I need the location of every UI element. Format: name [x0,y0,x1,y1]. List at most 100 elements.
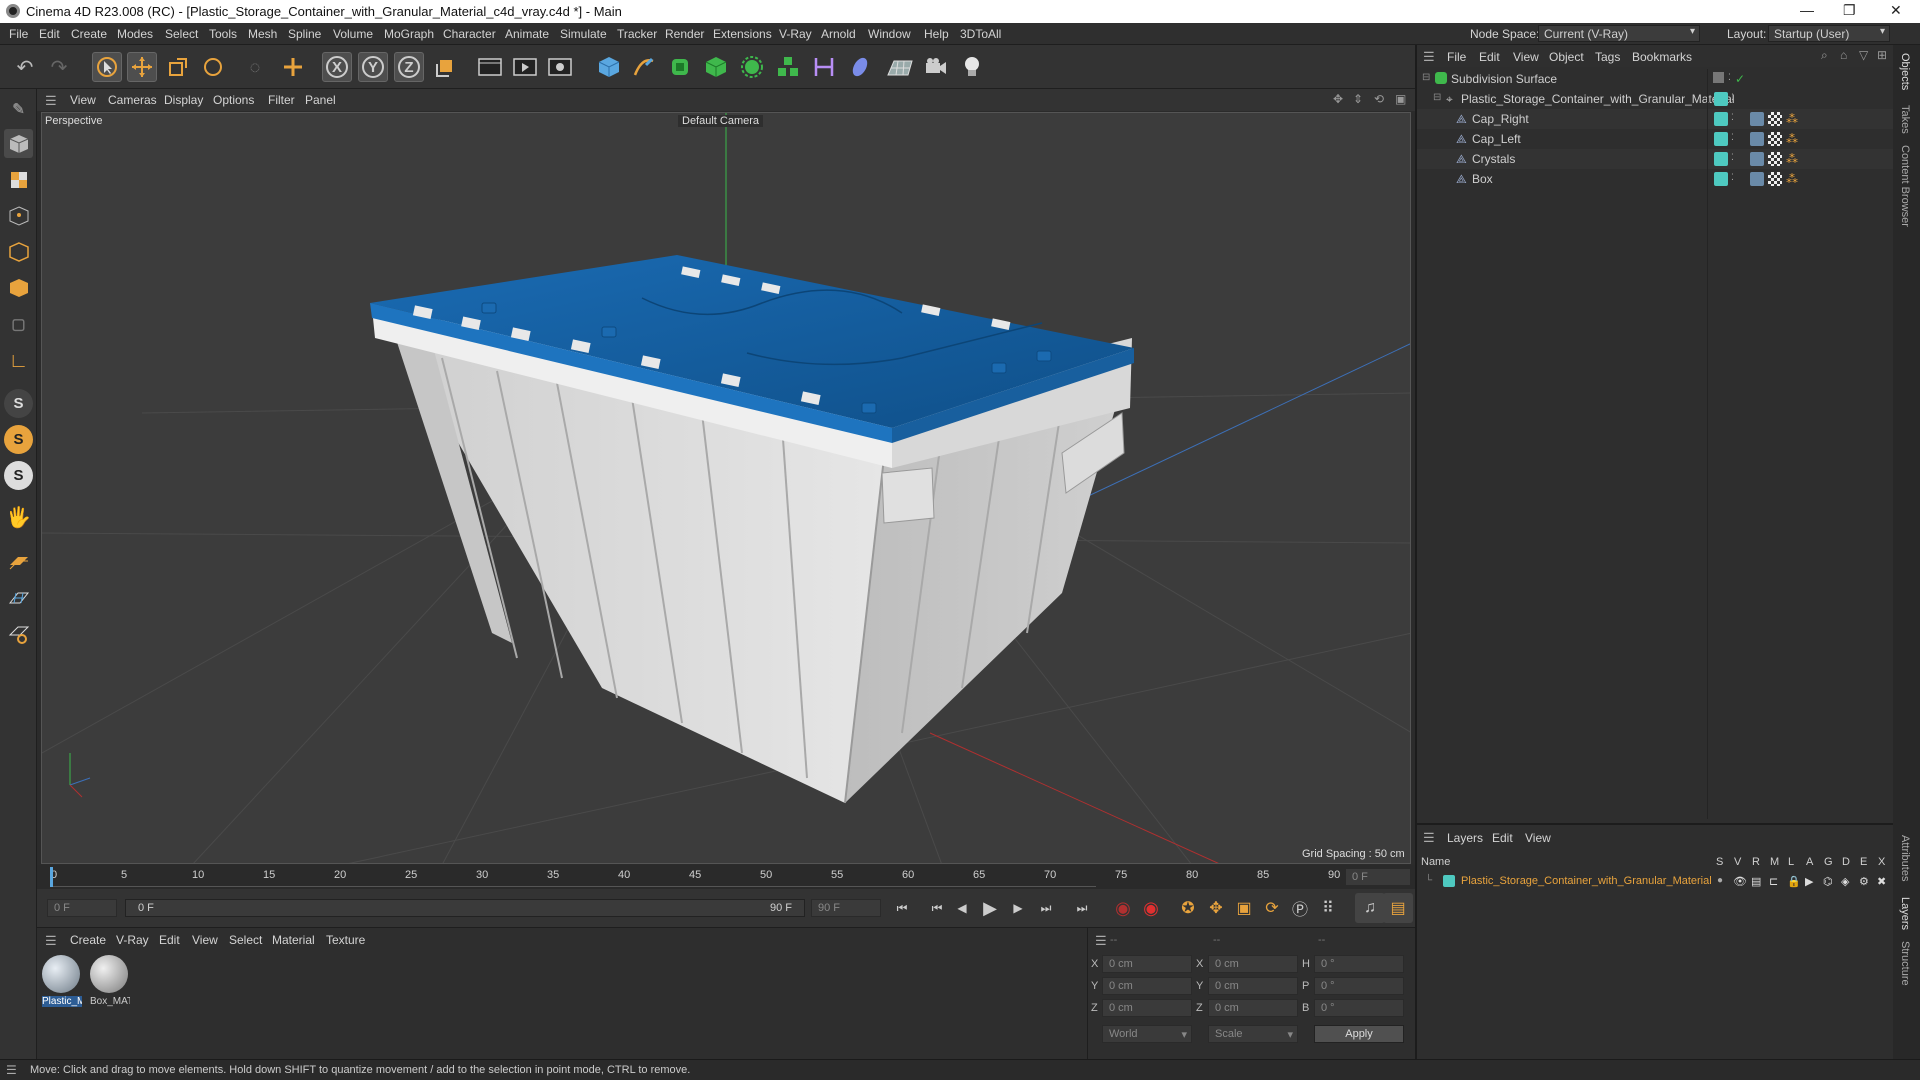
position-y-field[interactable]: 0 cm [1102,977,1192,995]
hamburger-icon[interactable]: ☰ [45,933,57,949]
layer-name[interactable]: Plastic_Storage_Container_with_Granular_… [1461,875,1712,887]
material-menu-texture[interactable]: Texture [326,933,365,947]
hamburger-icon[interactable]: ☰ [1423,49,1435,65]
position-x-field[interactable]: 0 cm [1102,955,1192,973]
object-name[interactable]: Plastic_Storage_Container_with_Granular_… [1461,92,1734,106]
close-icon[interactable]: ✕ [1890,2,1902,19]
object-name[interactable]: Box [1472,172,1493,186]
coordinate-system-icon[interactable] [430,52,460,82]
lock-icon[interactable]: 🔒 [1787,875,1801,888]
texture-tag-icon[interactable] [1768,152,1782,166]
visibility-dots-icon[interactable]: ⁚ [1731,92,1734,103]
menu-edit[interactable]: Edit [39,27,60,41]
object-menu-object[interactable]: Object [1549,50,1584,64]
object-row[interactable]: ⟁ Cap_Right ⁚ ⁂ [1417,109,1895,129]
rotation-h-field[interactable]: 0 ° [1314,955,1404,973]
mograph-cubes-icon[interactable] [773,52,803,82]
xref-icon[interactable]: ✖ [1877,875,1886,888]
menu-arnold[interactable]: Arnold [821,27,856,41]
visibility-dots-icon[interactable]: ⁚ [1731,112,1734,123]
3d-viewport[interactable]: Perspective Default Camera Grid Spacing … [41,112,1411,864]
menu-vray[interactable]: V-Ray [779,27,812,41]
solo-toggle-icon[interactable]: ● [1717,875,1723,886]
key-pla-icon[interactable]: ⠿ [1313,893,1343,923]
layer-row[interactable]: └ Plastic_Storage_Container_with_Granula… [1417,872,1895,892]
menu-window[interactable]: Window [868,27,911,41]
uv-mode-icon[interactable]: ▢ [4,309,33,338]
animation-play-icon[interactable]: ▶ [1805,875,1813,888]
layer-column-manager[interactable]: M [1770,856,1779,868]
workplane-icon[interactable] [4,547,33,576]
extrude-icon[interactable] [701,52,731,82]
make-editable-icon[interactable]: ✎ [4,94,33,123]
z-axis-icon[interactable]: Z [394,52,424,82]
visibility-dots-icon[interactable]: ⁚ [1731,152,1734,163]
pan-view-icon[interactable]: ✥ [1333,92,1343,106]
layer-column-deformers[interactable]: D [1842,856,1850,868]
menu-tracker[interactable]: Tracker [617,27,657,41]
hamburger-icon[interactable]: ☰ [6,1063,17,1077]
menu-file[interactable]: File [9,27,28,41]
texture-tag-icon[interactable] [1768,112,1782,126]
keyframe-selection-icon[interactable]: ✪ [1173,893,1203,923]
storage-container-model[interactable] [370,255,1134,804]
size-y-field[interactable]: 0 cm [1208,977,1298,995]
material-menu-select[interactable]: Select [229,933,262,947]
vray-material-tag-icon[interactable] [1750,172,1764,186]
layer-column-solo[interactable]: S [1716,856,1723,868]
phong-tag-icon[interactable]: ⁂ [1786,152,1798,166]
layer-column-view[interactable]: V [1734,856,1741,868]
render-active-icon[interactable] [510,52,540,82]
dolly-view-icon[interactable]: ⇕ [1353,92,1363,106]
visibility-dots-icon[interactable]: ⁚ [1731,132,1734,143]
play-icon[interactable]: ▶ [975,893,1005,923]
hamburger-icon[interactable]: ☰ [45,93,57,109]
layer-color-tag[interactable] [1714,112,1728,126]
frame-range-slider[interactable]: 0 F 90 F [125,899,805,917]
render-settings-icon[interactable] [545,52,575,82]
rotation-b-field[interactable]: 0 ° [1314,999,1404,1017]
material-menu-material[interactable]: Material [272,933,315,947]
layer-column-animation[interactable]: A [1806,856,1813,868]
menu-extensions[interactable]: Extensions [713,27,772,41]
layer-column-generators[interactable]: G [1824,856,1833,868]
object-menu-tags[interactable]: Tags [1595,50,1620,64]
menu-3dtoall[interactable]: 3DToAll [960,27,1001,41]
object-name[interactable]: Subdivision Surface [1451,72,1557,86]
field-icon[interactable] [845,52,875,82]
menu-render[interactable]: Render [665,27,704,41]
model-mode-icon[interactable] [4,129,33,158]
tab-objects[interactable]: Objects [1899,53,1911,90]
layer-color-swatch[interactable] [1443,875,1455,887]
apply-button[interactable]: Apply [1314,1025,1404,1043]
magnet-icon[interactable]: 🖐 [4,503,33,532]
object-menu-file[interactable]: File [1447,50,1466,64]
minimize-icon[interactable]: — [1800,2,1814,18]
layer-column-expressions[interactable]: E [1860,856,1867,868]
new-window-icon[interactable]: ⊞ [1877,48,1887,62]
key-position-icon[interactable]: ✥ [1201,893,1231,923]
menu-mesh[interactable]: Mesh [248,27,277,41]
previous-frame-icon[interactable]: ◀ [947,893,977,923]
enabled-check-icon[interactable]: ✓ [1735,72,1745,86]
search-icon[interactable]: ⌕ [1821,48,1828,63]
layer-menu-edit[interactable]: Edit [1492,831,1513,845]
tab-takes[interactable]: Takes [1899,105,1911,134]
phong-tag-icon[interactable]: ⁂ [1786,112,1798,126]
render-clapper-icon[interactable]: ▤ [1751,875,1761,888]
node-space-dropdown[interactable]: Current (V-Ray) ▾ [1538,25,1700,42]
tab-structure[interactable]: Structure [1899,941,1911,986]
workplane-snap-icon[interactable]: S [4,461,33,490]
viewport-menu-options[interactable]: Options [213,93,254,107]
object-row[interactable]: ⊟ Subdivision Surface ⁚ ✓ [1417,69,1895,89]
scale-tool-icon[interactable] [163,52,193,82]
autokey-icon[interactable]: ◉ [1136,893,1166,923]
tab-layers[interactable]: Layers [1899,897,1911,930]
visibility-dots-icon[interactable]: ⁚ [1731,172,1734,183]
menu-tools[interactable]: Tools [209,27,237,41]
snap-s-icon[interactable]: S [4,389,33,418]
camera-icon[interactable] [921,52,951,82]
maximize-view-icon[interactable]: ▣ [1395,92,1406,106]
select-tool-icon[interactable] [92,52,122,82]
layer-color-tag[interactable] [1714,132,1728,146]
